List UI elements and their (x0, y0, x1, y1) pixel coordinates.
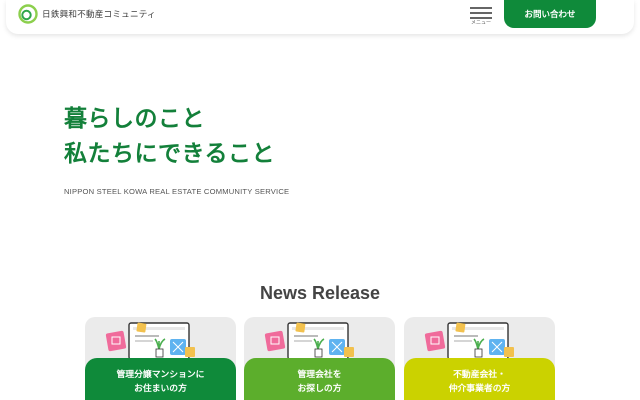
building-management-illustration-icon (264, 322, 354, 360)
card-label-find-management: 管理会社を お探しの方 (244, 358, 395, 400)
card-find-management[interactable]: 管理会社を お探しの方 (244, 317, 395, 400)
hero-title: 暮らしのこと 私たちにできること (64, 102, 275, 172)
card-label-real-estate-companies: 不動産会社・ 仲介事業者の方 (404, 358, 555, 400)
card-real-estate-companies[interactable]: 不動産会社・ 仲介事業者の方 (404, 317, 555, 400)
hero-title-line-1: 暮らしのこと (64, 106, 205, 132)
card-label-line-2: お探しの方 (297, 384, 342, 394)
card-residents[interactable]: 管理分譲マンションに お住まいの方 (85, 317, 236, 400)
site-header: 日鉄興和不動産コミュニティ メニュー お問い合わせ (6, 0, 634, 34)
building-management-illustration-icon (424, 322, 514, 360)
card-label-line-1: 管理分譲マンションに (116, 370, 205, 380)
menu-button[interactable]: メニュー (468, 4, 494, 26)
card-label-line-2: お住まいの方 (134, 384, 187, 394)
hamburger-icon-bar (470, 12, 492, 14)
building-management-illustration-icon (105, 322, 195, 360)
contact-button[interactable]: お問い合わせ (504, 0, 596, 28)
card-label-residents: 管理分譲マンションに お住まいの方 (85, 358, 236, 400)
hero-title-line-2: 私たちにできること (64, 141, 276, 167)
hero-subtitle: NIPPON STEEL KOWA REAL ESTATE COMMUNITY … (64, 187, 290, 196)
card-label-line-1: 管理会社を (297, 370, 342, 380)
site-logo[interactable]: 日鉄興和不動産コミュニティ (18, 4, 156, 24)
hamburger-icon (470, 7, 492, 9)
news-release-heading: News Release (259, 283, 381, 303)
card-label-line-1: 不動産会社・ (453, 370, 506, 380)
logo-text: 日鉄興和不動産コミュニティ (42, 10, 156, 20)
logo-mark-icon (18, 4, 38, 24)
menu-label: メニュー (470, 20, 491, 26)
card-label-line-2: 仲介事業者の方 (448, 384, 511, 394)
